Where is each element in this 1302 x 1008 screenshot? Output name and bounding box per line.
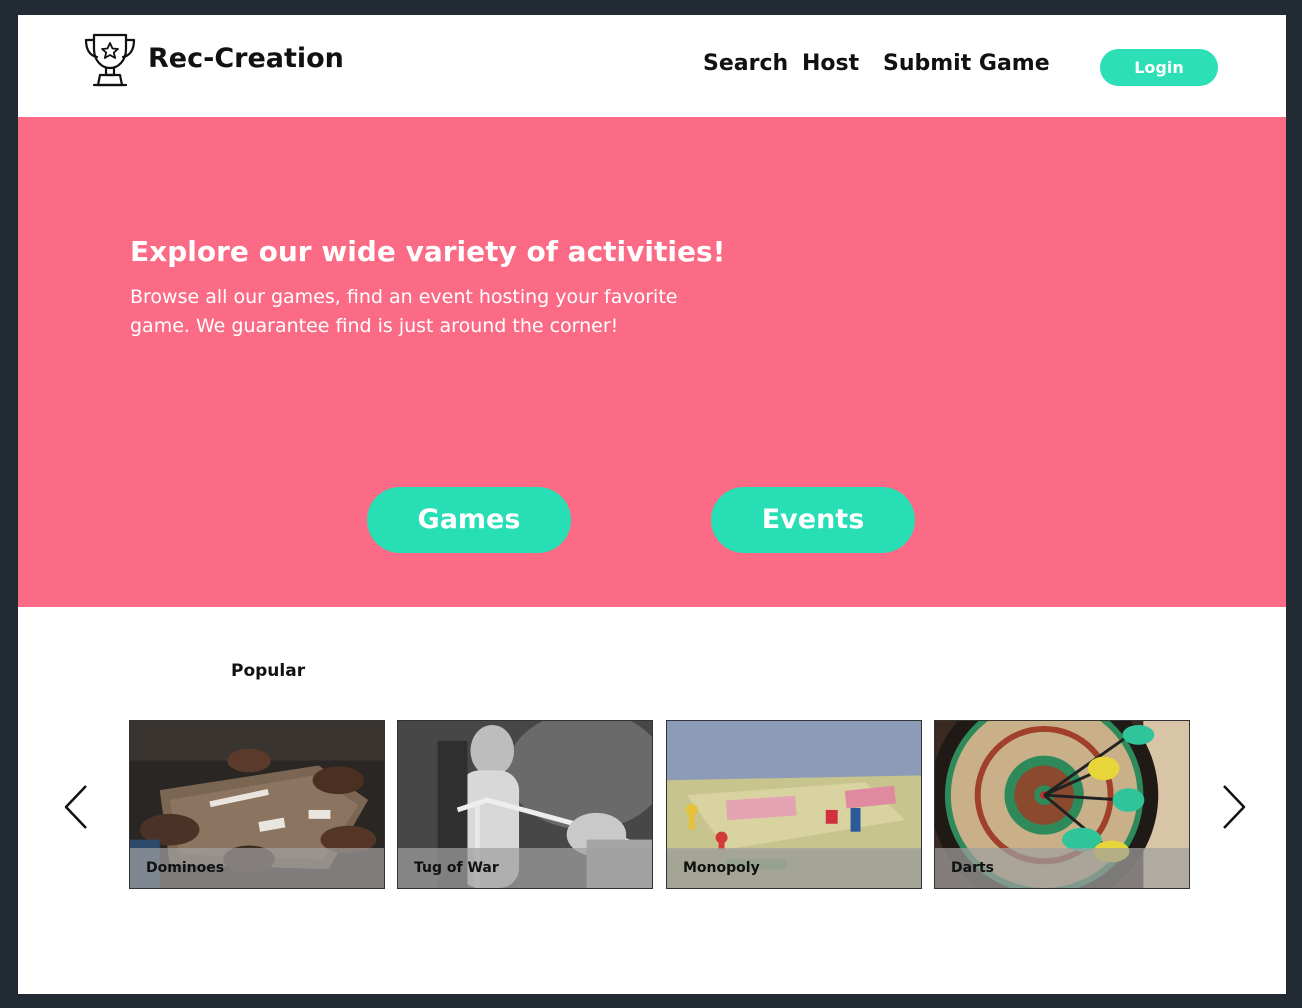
chevron-left-icon[interactable]: [62, 783, 92, 831]
hero-title: Explore our wide variety of activities!: [130, 235, 726, 268]
page: Rec-Creation Search Host Submit Game Log…: [18, 15, 1286, 994]
chevron-right-icon[interactable]: [1218, 783, 1248, 831]
card-label: Monopoly: [683, 860, 760, 876]
popular-card-dominoes[interactable]: Dominoes: [129, 720, 385, 889]
brand-name[interactable]: Rec-Creation: [148, 43, 344, 74]
popular-card-darts[interactable]: Darts: [934, 720, 1190, 889]
hero-subtitle: Browse all our games, find an event host…: [130, 286, 678, 337]
games-button[interactable]: Games: [367, 487, 571, 553]
login-button[interactable]: Login: [1100, 49, 1218, 86]
nav-search-link[interactable]: Search: [703, 51, 788, 76]
card-label: Tug of War: [414, 860, 499, 876]
nav-submit-game-link[interactable]: Submit Game: [883, 51, 1050, 76]
card-label: Dominoes: [146, 860, 225, 876]
header: Rec-Creation Search Host Submit Game Log…: [18, 15, 1286, 117]
hero-banner: Explore our wide variety of activities! …: [18, 117, 1286, 607]
nav-host-link[interactable]: Host: [802, 51, 859, 76]
popular-heading: Popular: [231, 661, 306, 681]
trophy-icon[interactable]: [82, 31, 138, 89]
events-button[interactable]: Events: [711, 487, 915, 553]
popular-card-tug-of-war[interactable]: Tug of War: [397, 720, 653, 889]
popular-card-monopoly[interactable]: Monopoly: [666, 720, 922, 889]
card-label: Darts: [951, 860, 994, 876]
